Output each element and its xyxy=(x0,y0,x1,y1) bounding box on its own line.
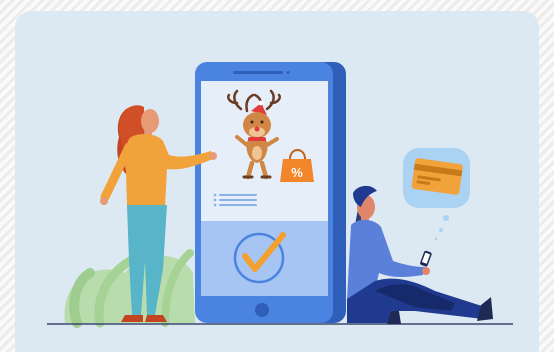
phone-home-button xyxy=(255,303,269,317)
screen-text-lines xyxy=(213,193,257,207)
credit-card-icon xyxy=(411,158,463,195)
bag-percent-symbol: % xyxy=(291,165,303,180)
credit-card-bubble xyxy=(403,148,470,241)
smartphone: % xyxy=(195,62,346,323)
phone-speaker xyxy=(233,71,283,74)
illustration-panel: % xyxy=(15,11,539,352)
scene: % xyxy=(47,62,513,328)
phone-in-hand-icon xyxy=(420,250,432,267)
